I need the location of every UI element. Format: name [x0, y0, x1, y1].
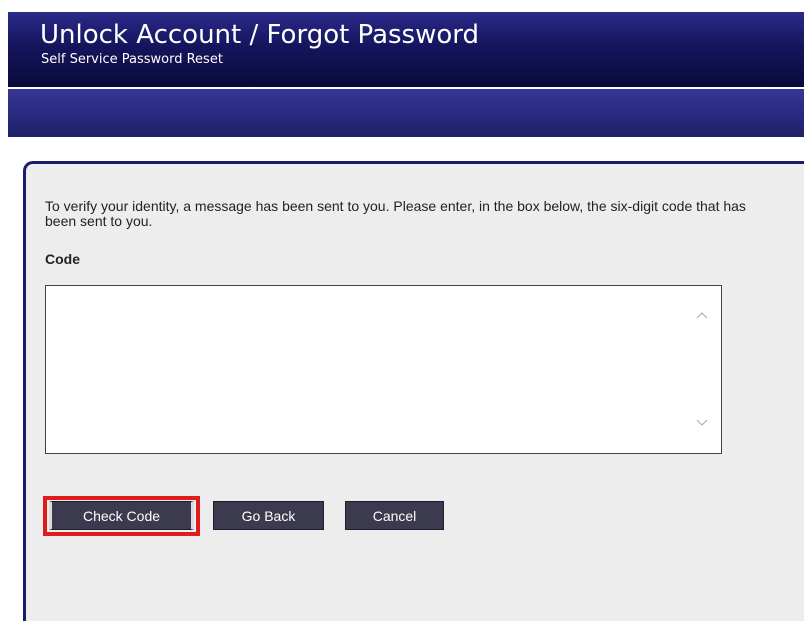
navigation-bar: [8, 89, 804, 137]
check-code-button[interactable]: Check Code: [49, 501, 194, 530]
page-subtitle: Self Service Password Reset: [41, 52, 223, 67]
chevron-down-icon[interactable]: [696, 417, 708, 429]
title-banner: Unlock Account / Forgot Password Self Se…: [8, 12, 804, 87]
page-header: Unlock Account / Forgot Password Self Se…: [0, 0, 804, 137]
page-title: Unlock Account / Forgot Password: [40, 20, 480, 50]
code-label: Code: [45, 251, 80, 267]
instructions-text: To verify your identity, a message has b…: [45, 198, 746, 229]
cancel-button[interactable]: Cancel: [345, 501, 444, 530]
chevron-up-icon[interactable]: [696, 309, 708, 321]
code-input[interactable]: [45, 285, 722, 454]
verification-panel: To verify your identity, a message has b…: [23, 161, 804, 621]
go-back-button[interactable]: Go Back: [213, 501, 324, 530]
